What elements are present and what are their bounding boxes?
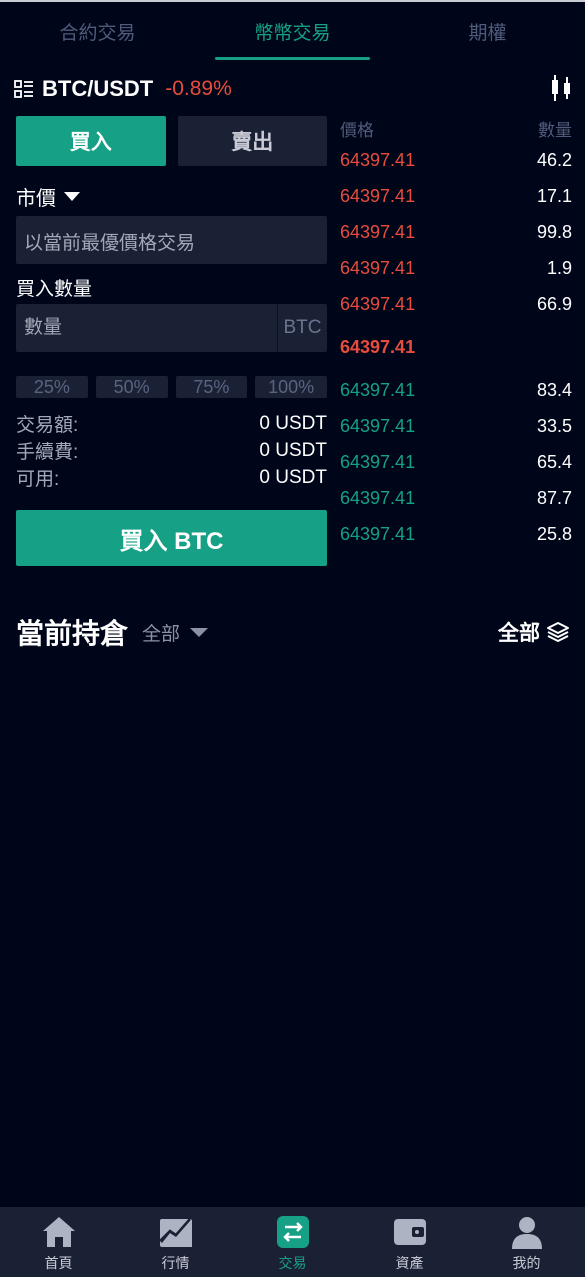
order-type-label: 市價 — [16, 188, 56, 210]
tab-contract-trading[interactable]: 合約交易 — [0, 2, 195, 60]
bid-quantity: 87.7 — [536, 487, 572, 508]
ask-price: 64397.41 — [340, 149, 416, 170]
bid-row[interactable]: 64397.41 87.7 — [340, 480, 572, 516]
positions-filter-label: 全部 — [142, 623, 181, 645]
summary-row: 交易額: 0 USDT — [16, 410, 327, 437]
exchange-icon — [276, 1216, 309, 1248]
available-label: 可用: — [16, 469, 60, 490]
percent-50-button[interactable]: 50% — [95, 376, 168, 398]
sell-tab-button[interactable]: 賣出 — [177, 116, 327, 166]
user-icon — [511, 1217, 542, 1249]
nav-profile[interactable]: 我的 — [468, 1207, 585, 1277]
ask-row[interactable]: 64397.41 1.9 — [340, 250, 572, 286]
trade-amount-label: 交易額: — [16, 415, 79, 436]
bid-row[interactable]: 64397.41 65.4 — [340, 444, 572, 480]
buy-tab-button[interactable]: 買入 — [16, 116, 166, 166]
order-book-header: 價格 數量 — [340, 116, 572, 142]
tab-spot-trading[interactable]: 幣幣交易 — [195, 2, 390, 60]
candlestick-chart-icon[interactable] — [550, 74, 572, 102]
positions-filter-select[interactable]: 全部 — [142, 619, 209, 646]
order-summary: 交易額: 0 USDT 手續費: 0 USDT 可用: 0 USDT — [16, 410, 327, 491]
nav-market[interactable]: 行情 — [117, 1207, 234, 1277]
ask-row[interactable]: 64397.41 66.9 — [340, 286, 572, 322]
buy-submit-button[interactable]: 買入 BTC — [16, 510, 327, 566]
bid-price: 64397.41 — [340, 523, 416, 544]
bid-quantity: 25.8 — [536, 523, 572, 544]
trade-amount-value: 0 USDT — [259, 412, 327, 434]
ask-quantity: 46.2 — [536, 149, 572, 170]
market-price-field: 以當前最優價格交易 — [16, 216, 327, 264]
chevron-down-icon — [64, 192, 80, 201]
wallet-icon — [393, 1219, 426, 1245]
bottom-navigation: 首頁 行情 交易 資產 我的 — [0, 1207, 585, 1277]
nav-profile-label: 我的 — [512, 1255, 541, 1271]
ask-price: 64397.41 — [340, 293, 416, 314]
ask-quantity: 1.9 — [546, 257, 572, 278]
quantity-field: BTC — [16, 304, 327, 352]
nav-assets[interactable]: 資產 — [351, 1207, 468, 1277]
nav-home-label: 首頁 — [44, 1255, 73, 1271]
price-column-header: 價格 — [340, 121, 374, 140]
fee-value: 0 USDT — [259, 439, 327, 461]
pair-header: BTC/USDT -0.89% — [14, 74, 574, 104]
percent-75-button[interactable]: 75% — [175, 376, 248, 398]
quantity-input[interactable] — [16, 304, 277, 352]
top-tab-bar: 合約交易 幣幣交易 期權 — [0, 0, 585, 60]
percent-25-button[interactable]: 25% — [16, 376, 88, 398]
bid-quantity: 33.5 — [536, 415, 572, 436]
order-type-select[interactable]: 市價 — [16, 182, 80, 211]
all-positions-label: 全部 — [498, 622, 540, 645]
ask-price: 64397.41 — [340, 221, 416, 242]
available-value: 0 USDT — [259, 466, 327, 488]
nav-assets-label: 資產 — [395, 1255, 424, 1271]
bid-price: 64397.41 — [340, 415, 416, 436]
order-book: 價格 數量 64397.41 46.2 64397.41 17.1 64397.41… — [340, 116, 572, 552]
quantity-column-header: 數量 — [538, 121, 572, 140]
fee-label: 手續費: — [16, 442, 79, 463]
pair-name[interactable]: BTC/USDT — [42, 76, 153, 102]
last-price: 64397.41 — [340, 336, 416, 357]
pair-list-icon[interactable] — [14, 79, 34, 99]
ask-price: 64397.41 — [340, 257, 416, 278]
ask-quantity: 99.8 — [536, 221, 572, 242]
tab-options[interactable]: 期權 — [390, 2, 585, 60]
bid-row[interactable]: 64397.41 25.8 — [340, 516, 572, 552]
quantity-label: 買入數量 — [16, 279, 93, 300]
market-chart-icon — [158, 1218, 192, 1247]
ask-row[interactable]: 64397.41 17.1 — [340, 178, 572, 214]
summary-row: 手續費: 0 USDT — [16, 437, 327, 464]
bid-row[interactable]: 64397.41 83.4 — [340, 372, 572, 408]
layers-icon — [547, 622, 569, 642]
ask-row[interactable]: 64397.41 99.8 — [340, 214, 572, 250]
ask-quantity: 17.1 — [536, 185, 572, 206]
summary-row: 可用: 0 USDT — [16, 464, 327, 491]
buy-sell-switch: 買入 賣出 — [16, 116, 327, 166]
positions-title: 當前持倉 — [16, 618, 129, 649]
percent-100-button[interactable]: 100% — [255, 376, 327, 398]
ask-price: 64397.41 — [340, 185, 416, 206]
ask-quantity: 66.9 — [536, 293, 572, 314]
all-positions-button[interactable]: 全部 — [498, 617, 570, 647]
price-change: -0.89% — [165, 77, 232, 100]
bid-quantity: 83.4 — [536, 379, 572, 400]
percent-selector: 25% 50% 75% 100% — [16, 376, 327, 398]
positions-header: 當前持倉 全部 全部 — [16, 612, 572, 652]
bid-price: 64397.41 — [340, 487, 416, 508]
bid-price: 64397.41 — [340, 379, 416, 400]
nav-market-label: 行情 — [161, 1255, 190, 1271]
home-icon — [42, 1217, 75, 1247]
bid-price: 64397.41 — [340, 451, 416, 472]
nav-trade[interactable]: 交易 — [234, 1207, 351, 1277]
quantity-unit: BTC — [277, 304, 327, 352]
nav-home[interactable]: 首頁 — [0, 1207, 117, 1277]
chevron-down-icon — [190, 627, 209, 637]
ask-row[interactable]: 64397.41 46.2 — [340, 142, 572, 178]
bid-quantity: 65.4 — [536, 451, 572, 472]
bid-row[interactable]: 64397.41 33.5 — [340, 408, 572, 444]
nav-trade-label: 交易 — [278, 1255, 307, 1271]
